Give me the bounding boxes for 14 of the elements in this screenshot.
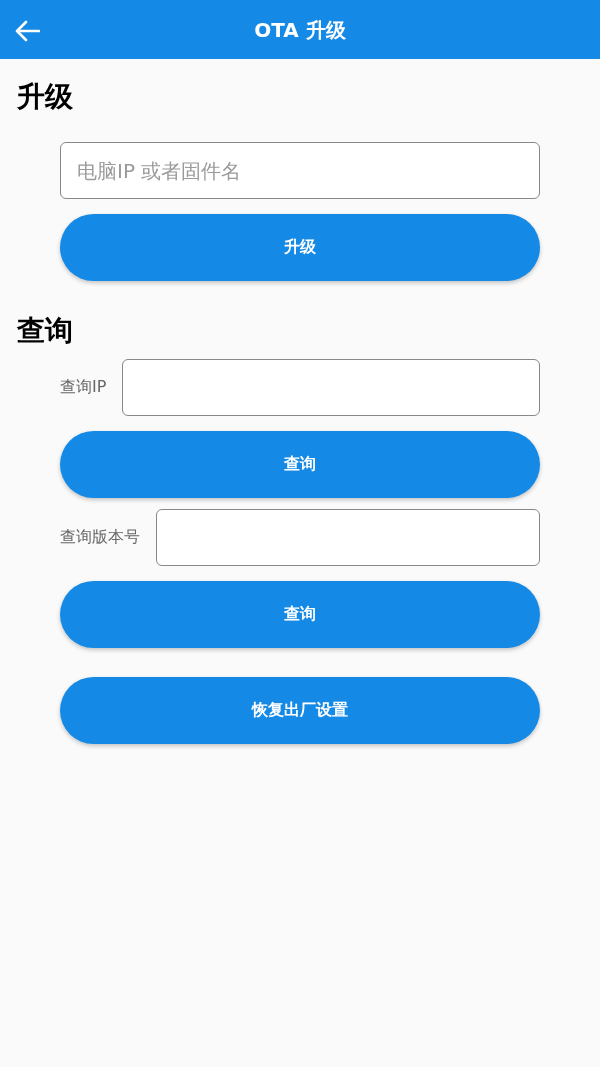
back-arrow-icon [14,20,40,42]
reset-button[interactable]: 恢复出厂设置 [60,677,540,744]
action-button[interactable]: 升级 [60,214,540,281]
field-label: 查询IP [60,377,107,398]
input-field[interactable] [156,509,540,566]
input-field[interactable]: 电脑IP 或者固件名 [60,142,540,199]
back-button[interactable] [14,20,40,42]
action-button[interactable]: 查询 [60,431,540,498]
field-label: 查询版本号 [60,527,140,548]
screen-title: OTA 升级 [254,17,346,42]
section-heading: 升级 [17,80,73,114]
input-field[interactable] [122,359,540,416]
action-button[interactable]: 查询 [60,581,540,648]
section-heading: 查询 [17,314,73,348]
